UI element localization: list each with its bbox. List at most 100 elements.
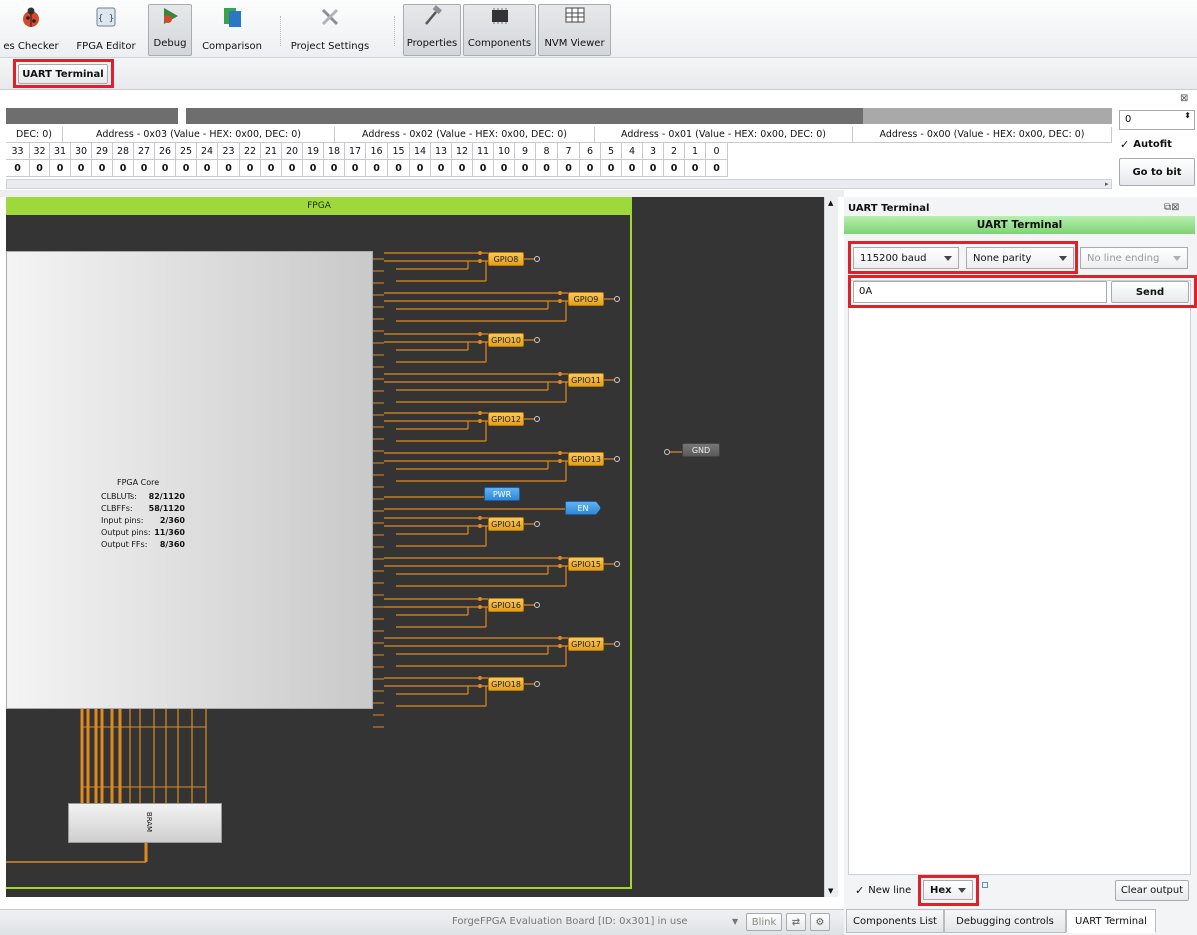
debug-button[interactable]: Debug	[148, 4, 192, 56]
bit-value-cell[interactable]: 0	[50, 160, 71, 177]
bit-index-cell: 0	[706, 143, 728, 160]
register-scroll-thumb[interactable]	[178, 108, 186, 124]
bit-value-cell[interactable]: 0	[261, 160, 282, 177]
autofit-checkbox[interactable]: ✓ Autofit	[1120, 138, 1172, 151]
gpio-pin-gpio10[interactable]: GPIO10	[488, 333, 524, 347]
properties-button[interactable]: Properties	[403, 4, 461, 56]
gnd-pin[interactable]: GND	[682, 443, 720, 457]
gpio-pin-gpio14[interactable]: GPIO14	[488, 517, 524, 531]
en-pin[interactable]: EN	[565, 501, 601, 515]
bit-value-cell[interactable]: 0	[431, 160, 452, 177]
project-settings-button[interactable]: Project Settings	[290, 6, 370, 58]
canvas-vscroll[interactable]: ▲ ▼	[824, 197, 838, 897]
check-icon: ✓	[1120, 138, 1130, 151]
nvm-viewer-button[interactable]: NVM Viewer	[538, 4, 611, 56]
fpga-core-block[interactable]: FPGA Core CLBLUTs: 82/1120 CLBFFs: 58/1120 I…	[6, 251, 373, 709]
bit-value-cell[interactable]: 0	[113, 160, 134, 177]
bit-value-cell[interactable]: 0	[473, 160, 494, 177]
bit-value-cell[interactable]: 0	[388, 160, 410, 177]
scroll-down-icon[interactable]: ▼	[828, 887, 833, 895]
gpio-pin-gpio12[interactable]: GPIO12	[488, 412, 524, 426]
bit-value-cell[interactable]: 0	[664, 160, 685, 177]
bit-value-cell[interactable]: 0	[366, 160, 388, 177]
go-to-bit-button[interactable]: Go to bit	[1119, 158, 1195, 186]
format-info-icon[interactable]	[982, 882, 988, 888]
comparison-icon	[221, 6, 243, 28]
bit-value-cell[interactable]: 0	[324, 160, 345, 177]
bit-value-cell[interactable]: 0	[240, 160, 261, 177]
bit-value-cell[interactable]: 0	[452, 160, 473, 177]
bit-value-cell[interactable]: 0	[643, 160, 664, 177]
bit-value-cell[interactable]: 0	[494, 160, 515, 177]
bit-value-cell[interactable]: 0	[410, 160, 431, 177]
bit-index-cell: 16	[366, 143, 388, 160]
close-pane-icon[interactable]: ⊠	[1180, 93, 1188, 104]
gpio-pin-gpio13[interactable]: GPIO13	[568, 452, 604, 466]
bit-index-cell: 21	[261, 143, 282, 160]
bit-value-cell[interactable]: 0	[134, 160, 155, 177]
bit-value-cell[interactable]: 0	[71, 160, 92, 177]
bit-value-cell[interactable]: 0	[345, 160, 366, 177]
bit-index-cell: 7	[558, 143, 580, 160]
bit-value-cell[interactable]: 0	[176, 160, 197, 177]
pin-terminal	[534, 256, 540, 262]
components-label: Components	[467, 38, 532, 49]
bit-value-cell[interactable]: 0	[92, 160, 113, 177]
bit-value-cell[interactable]: 0	[558, 160, 580, 177]
panel-restore-icon[interactable]: ⧉⊠	[1164, 202, 1180, 213]
spin-arrows-icon[interactable]: ⬍	[1184, 111, 1191, 120]
tab-debugging-controls[interactable]: Debugging controls	[944, 909, 1066, 933]
bit-value-cell[interactable]: 0	[6, 160, 30, 177]
fpga-editor-label: FPGA Editor	[76, 41, 136, 52]
scroll-right-icon[interactable]: ▸	[1105, 180, 1109, 188]
gpio-pin-gpio18[interactable]: GPIO18	[488, 677, 524, 691]
uart-output-area[interactable]	[848, 280, 1191, 875]
bit-value-cell[interactable]: 0	[622, 160, 643, 177]
tab-components-list[interactable]: Components List	[846, 909, 944, 933]
bit-value-cell[interactable]: 0	[515, 160, 536, 177]
main-toolbar: es Checker { } FPGA Editor Debug Compari…	[0, 0, 1197, 58]
bit-value-cell[interactable]: 0	[685, 160, 706, 177]
address-header: Address - 0x00 (Value - HEX: 0x00, DEC: …	[853, 127, 1112, 143]
pin-terminal	[534, 602, 540, 608]
line-ending-select[interactable]: No line ending	[1080, 247, 1188, 269]
bit-value-cell[interactable]: 0	[601, 160, 622, 177]
bit-value-cell[interactable]: 0	[706, 160, 728, 177]
scroll-up-icon[interactable]: ▲	[828, 199, 833, 207]
gpio-pin-gpio17[interactable]: GPIO17	[568, 637, 604, 651]
newline-checkbox[interactable]: ✓ New line	[855, 884, 911, 897]
clear-output-button[interactable]: Clear output	[1115, 880, 1189, 901]
bit-value-cell[interactable]: 0	[218, 160, 240, 177]
goto-bit-spinbox[interactable]: 0 ⬍	[1119, 110, 1195, 130]
gpio-pin-gpio8[interactable]: GPIO8	[488, 252, 524, 266]
canvas-gap	[0, 190, 844, 197]
refresh-icon[interactable]: ⇄	[786, 913, 806, 931]
fpga-canvas[interactable]: FPGA FPGA Core CLBLUTs: 82/1120 CLBFFs: 58/…	[6, 197, 824, 897]
bit-value-cell[interactable]: 0	[580, 160, 601, 177]
bit-value-cell[interactable]: 0	[155, 160, 176, 177]
bit-value-cell[interactable]: 0	[303, 160, 324, 177]
register-scroll-track[interactable]	[6, 108, 1112, 124]
bit-value-cell[interactable]: 0	[197, 160, 218, 177]
blink-button[interactable]: Blink	[746, 913, 782, 931]
settings-gear-icon[interactable]: ⚙	[810, 913, 830, 931]
tab-uart-terminal[interactable]: UART Terminal	[1066, 909, 1156, 933]
bit-index-cell: 8	[536, 143, 558, 160]
components-button[interactable]: Components	[463, 4, 536, 56]
bit-value-cell[interactable]: 0	[282, 160, 303, 177]
bit-value-cell[interactable]: 0	[536, 160, 558, 177]
comparison-button[interactable]: Comparison	[202, 6, 262, 58]
wire-junction	[478, 676, 482, 680]
bram-block[interactable]: BRAM	[68, 803, 222, 843]
gpio-pin-gpio9[interactable]: GPIO9	[568, 292, 604, 306]
board-dropdown-icon[interactable]: ▼	[732, 917, 738, 926]
fpga-editor-button[interactable]: { } FPGA Editor	[74, 6, 138, 58]
pin-terminal	[614, 296, 620, 302]
pwr-pin[interactable]: PWR	[484, 487, 520, 501]
bit-value-cell[interactable]: 0	[30, 160, 50, 177]
register-hscroll[interactable]: ▸	[6, 179, 1112, 189]
gpio-pin-gpio16[interactable]: GPIO16	[488, 598, 524, 612]
gpio-pin-gpio15[interactable]: GPIO15	[568, 557, 604, 571]
gpio-pin-gpio11[interactable]: GPIO11	[568, 373, 604, 387]
rules-checker-button[interactable]: es Checker	[0, 6, 62, 58]
